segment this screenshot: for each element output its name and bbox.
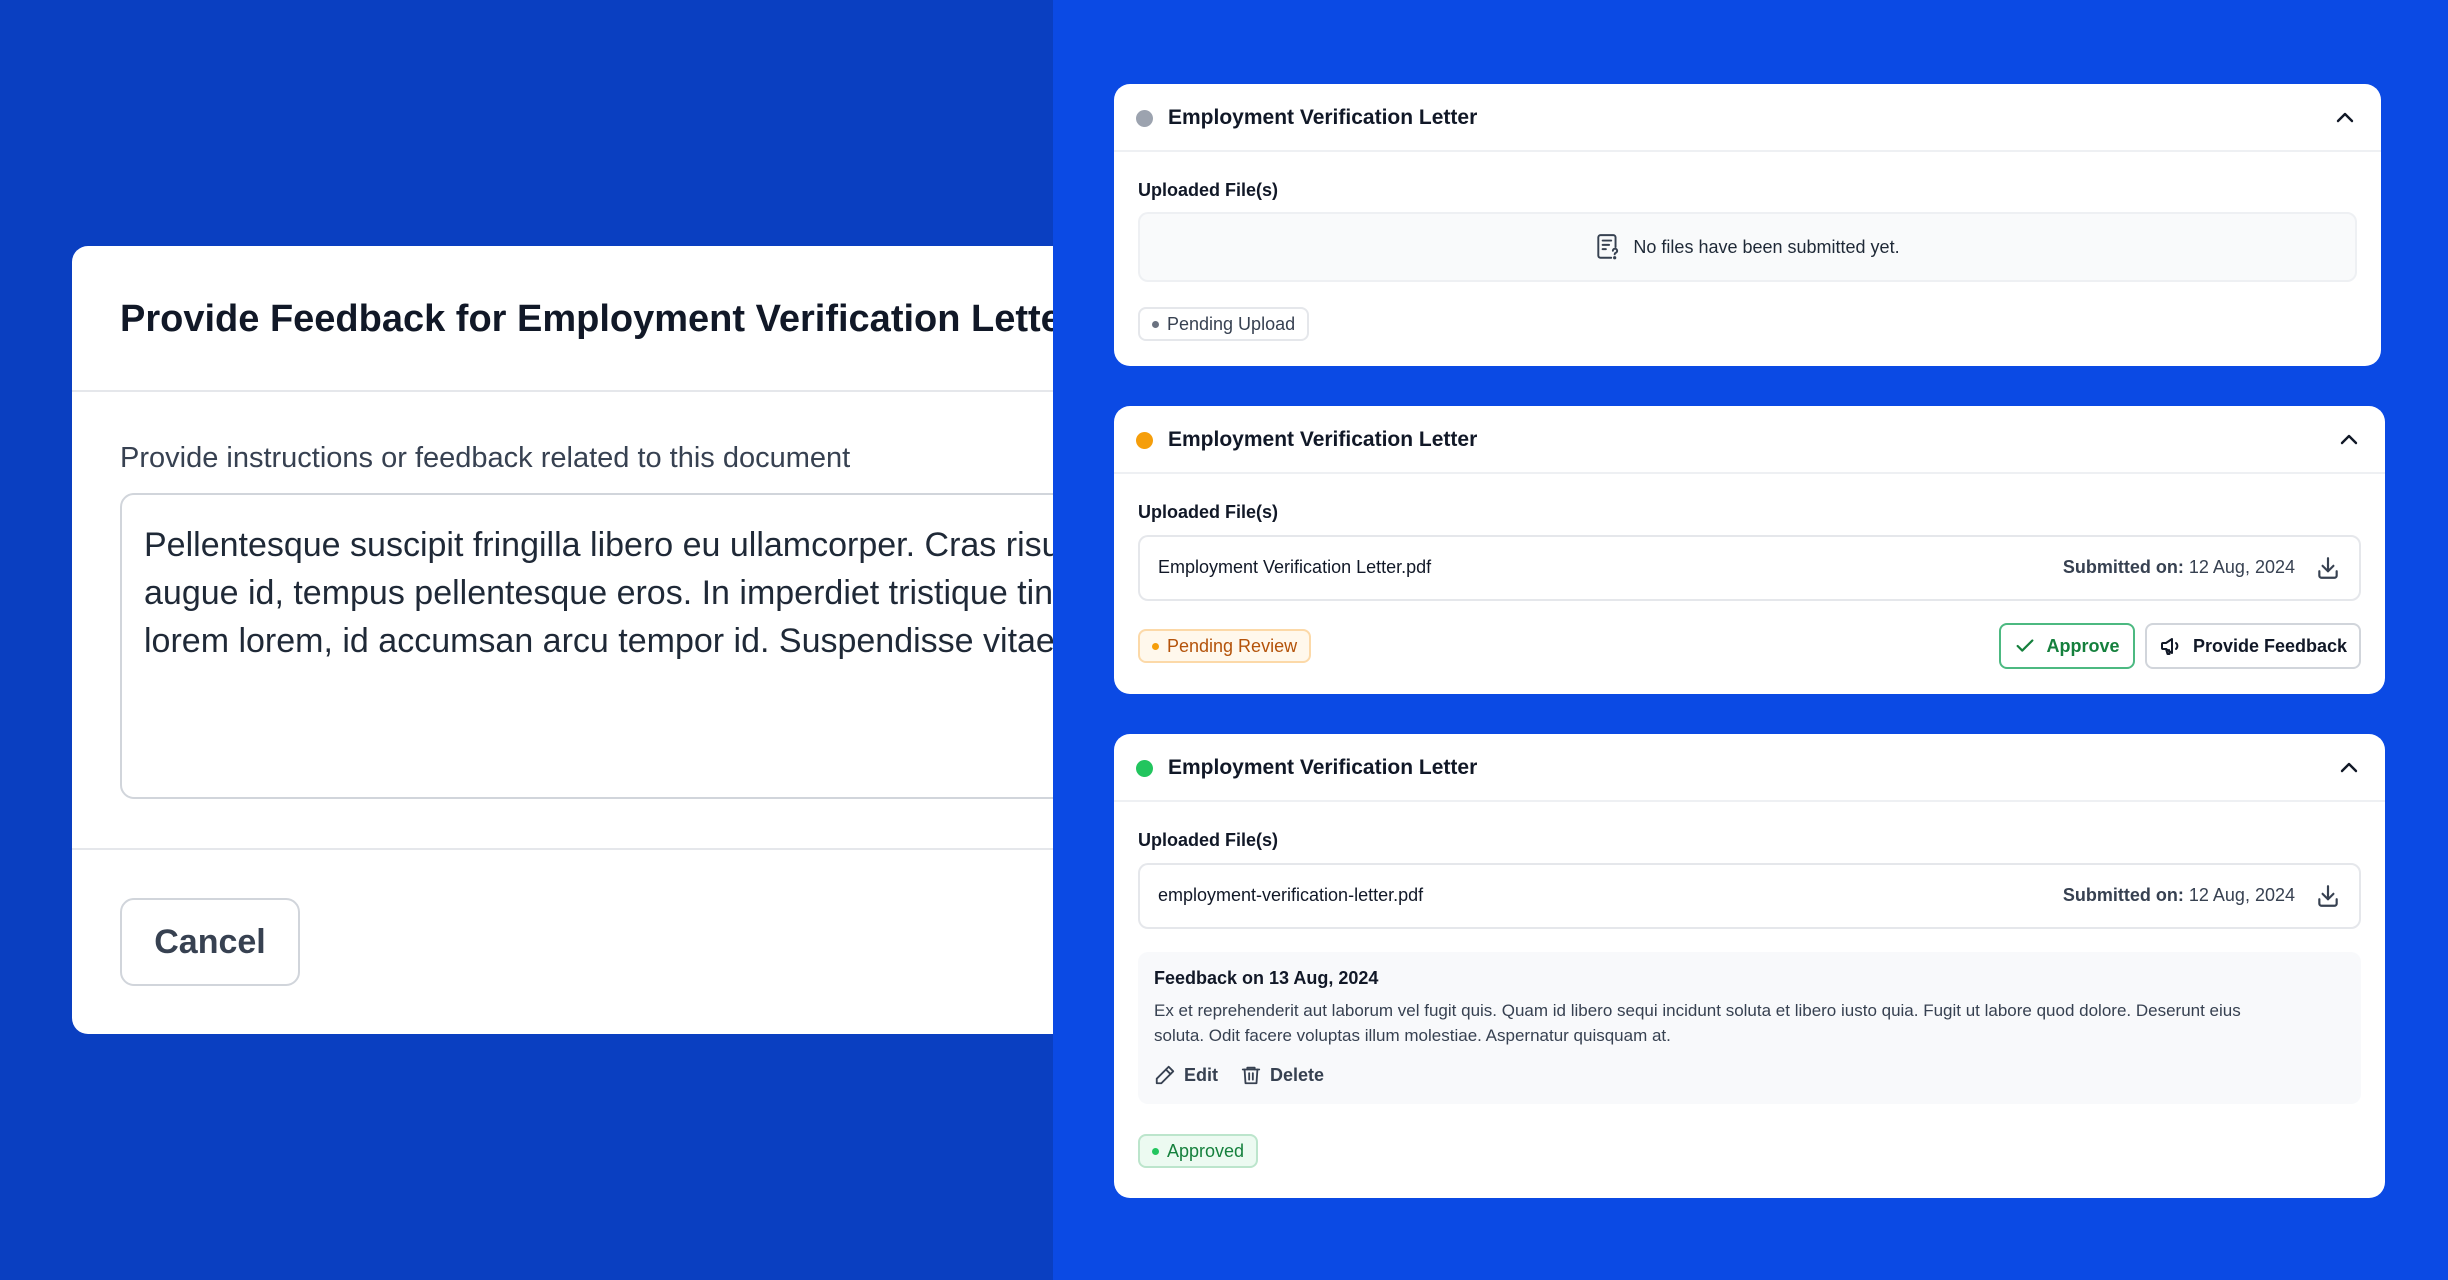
delete-feedback-button[interactable]: Delete (1240, 1064, 1324, 1086)
file-name[interactable]: Employment Verification Letter.pdf (1158, 557, 1431, 578)
delete-label: Delete (1270, 1064, 1325, 1085)
edit-label: Edit (1184, 1064, 1218, 1085)
submitted-label: Submitted on: (2062, 557, 2184, 577)
uploaded-files-label: Uploaded File(s) (1138, 502, 1279, 522)
modal-footer-divider (72, 848, 1053, 850)
chevron-up-icon[interactable] (2337, 756, 2361, 780)
submitted-date: 12 Aug, 2024 (2188, 885, 2295, 905)
status-badge-label: Approved (1167, 1140, 1245, 1161)
feedback-line: Ex et reprehenderit aut laborum vel fugi… (1154, 1001, 2241, 1020)
feedback-title: Feedback on 13 Aug, 2024 (1154, 968, 1379, 988)
status-badge-label: Pending Upload (1167, 313, 1296, 334)
chevron-up-icon[interactable] (2333, 106, 2357, 130)
feedback-text: Ex et reprehenderit aut laborum vel fugi… (1154, 998, 2241, 1048)
modal-header-divider (72, 390, 1053, 392)
badge-dot (1152, 1147, 1159, 1155)
badge-dot (1152, 320, 1159, 328)
submitted-meta: Submitted on: 12 Aug, 2024 (2063, 557, 2295, 578)
chevron-up-icon[interactable] (2337, 428, 2361, 452)
document-card-pending-upload: Employment Verification Letter Uploaded … (1114, 84, 2381, 366)
status-dot (1136, 760, 1153, 777)
megaphone-icon (2160, 638, 2179, 655)
status-badge-label: Pending Review (1167, 635, 1298, 656)
approve-button[interactable]: Approve (1999, 623, 2135, 669)
file-row[interactable]: Employment Verification Letter.pdf Submi… (1138, 535, 2361, 601)
document-question-icon (1597, 234, 1619, 260)
uploaded-files-label: Uploaded File(s) (1138, 830, 1279, 850)
card-title: Employment Verification Letter (1168, 428, 1478, 451)
trash-icon (1241, 1066, 1261, 1085)
uploaded-files-label: Uploaded File(s) (1138, 180, 1279, 200)
card-title: Employment Verification Letter (1168, 756, 1478, 779)
empty-files-text: No files have been submitted yet. (1633, 236, 1900, 257)
feedback-actions: Edit Delete (1154, 1064, 1324, 1086)
submitted-meta: Submitted on: 12 Aug, 2024 (2063, 885, 2295, 906)
status-badge: Pending Upload (1138, 307, 1310, 341)
submitted-label: Submitted on: (2062, 885, 2184, 905)
edit-feedback-button[interactable]: Edit (1154, 1064, 1218, 1086)
status-badge: Approved (1138, 1134, 1259, 1168)
approve-label: Approve (2046, 635, 2120, 656)
file-row[interactable]: employment-verification-letter.pdf Submi… (1138, 863, 2361, 929)
check-icon (2017, 639, 2034, 652)
feedback-textarea[interactable]: Pellentesque suscipit fringilla libero e… (120, 493, 1053, 799)
feedback-field-label: Provide instructions or feedback related… (120, 442, 851, 474)
feedback-line: soluta. Odit facere voluptas illum moles… (1154, 1026, 1671, 1045)
download-icon[interactable] (2315, 555, 2341, 581)
modal-title: Provide Feedback for Employment Verifica… (120, 298, 1053, 340)
card-header[interactable]: Employment Verification Letter (1114, 406, 2385, 474)
badge-dot (1152, 642, 1159, 650)
feedback-modal: Provide Feedback for Employment Verifica… (72, 246, 1053, 1034)
card-header[interactable]: Employment Verification Letter (1114, 734, 2385, 802)
provide-feedback-label: Provide Feedback (2192, 635, 2348, 656)
status-dot (1136, 432, 1153, 449)
status-dot (1136, 110, 1153, 127)
pencil-icon (1155, 1065, 1175, 1085)
download-icon[interactable] (2315, 883, 2341, 909)
feedback-entry: Feedback on 13 Aug, 2024 Ex et reprehend… (1138, 952, 2361, 1104)
provide-feedback-button[interactable]: Provide Feedback (2145, 623, 2361, 669)
cancel-button[interactable]: Cancel (120, 898, 300, 986)
document-card-approved: Employment Verification Letter Uploaded … (1114, 734, 2385, 1198)
textarea-line: augue id, tempus pellentesque eros. In i… (144, 574, 1053, 612)
document-card-pending-review: Employment Verification Letter Uploaded … (1114, 406, 2385, 694)
submitted-date: 12 Aug, 2024 (2188, 557, 2295, 577)
textarea-line: Pellentesque suscipit fringilla libero e… (144, 526, 1053, 564)
card-title: Employment Verification Letter (1168, 106, 1478, 129)
card-header[interactable]: Employment Verification Letter (1114, 84, 2381, 152)
file-name[interactable]: employment-verification-letter.pdf (1158, 885, 1423, 906)
empty-files-box: No files have been submitted yet. (1138, 212, 2357, 282)
textarea-line: lorem lorem, id accumsan arcu tempor id.… (144, 622, 1053, 660)
status-badge: Pending Review (1138, 629, 1312, 663)
